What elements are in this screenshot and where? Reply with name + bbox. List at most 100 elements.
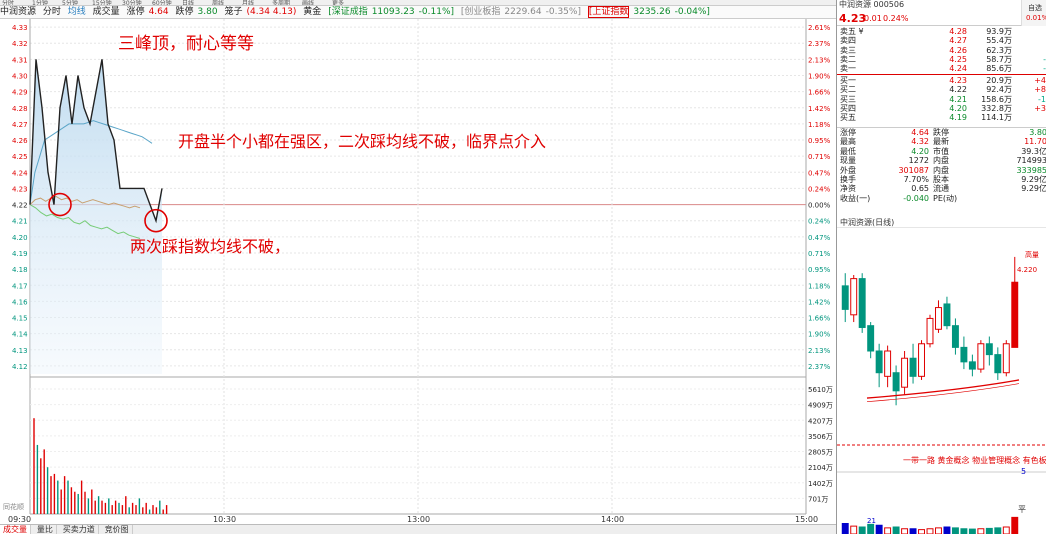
stat-value: 333985 [1016, 165, 1046, 175]
stat-value: 301087 [898, 165, 929, 175]
stat-key: 换手 [840, 174, 856, 184]
bids-label: 买五 [840, 113, 856, 123]
mode-label[interactable]: 分时 [43, 6, 61, 18]
asks-row: 卖二 4.25 58.7万 - [837, 55, 1046, 64]
gold-label: 黄金 [303, 7, 322, 17]
pct-tick-label: 1.66% [808, 315, 831, 323]
szse-label[interactable]: [深证成指 [328, 6, 368, 18]
asks-label: 卖一 [840, 64, 856, 74]
vol-tick-label: 4909万 [808, 402, 833, 410]
stat-value: 7.70% [903, 174, 929, 184]
limit-up-value: 4.64 [148, 7, 169, 17]
tab-volume[interactable]: 成交量 [0, 525, 31, 534]
chinext-value: 2229.64 [504, 7, 542, 17]
time-tick-label: 14:00 [601, 515, 624, 524]
self-select-label: 自选 [1028, 4, 1042, 12]
stat-row: 最高 4.32 最新 11.70 [837, 137, 1046, 146]
price-change: 0.01 [864, 14, 882, 23]
self-select-button[interactable]: 自选 0.01% [1021, 0, 1046, 26]
pct-tick-label: 0.71% [808, 250, 831, 258]
chinext-label[interactable]: [创业板指 [461, 6, 501, 18]
kline-trend-line [866, 383, 1020, 403]
last-price: 4.23 [839, 12, 867, 25]
stat-key: 市值 [933, 146, 949, 156]
sse-label[interactable]: [上证指数 [587, 6, 630, 18]
bids-row: 买五 4.19 114.1万 [837, 113, 1046, 122]
pct-tick-label: 0.00% [808, 202, 831, 210]
price-tick-label: 4.15 [12, 315, 28, 323]
pct-tick-label: 2.37% [808, 40, 831, 48]
stat-key: 内盘 [933, 165, 949, 175]
price-tick-label: 4.13 [12, 347, 28, 355]
asks-label: 卖四 [840, 36, 856, 46]
stat-key: 外盘 [840, 165, 856, 175]
kline-candle [968, 361, 976, 370]
bids-volume: 158.6万 [981, 94, 1012, 104]
bids-price: 4.20 [949, 103, 967, 113]
bids-change: -1 [1038, 94, 1046, 104]
bids-volume: 92.4万 [986, 85, 1012, 95]
stock-terminal-window: 分时 1分钟 5分钟 15分钟 30分钟 60分钟 日线 周线 月线 多周期 画线 更多 中润资源 分… [0, 0, 1046, 534]
pct-tick-label: 1.18% [808, 121, 831, 129]
kline-candle [850, 278, 858, 316]
tab-auction[interactable]: 竞价图 [102, 525, 133, 534]
kline-volume-bar [875, 524, 883, 534]
pct-tick-label: 2.13% [808, 56, 831, 64]
intraday-chart[interactable]: 4.33 2.61% 4.32 2.37% 4.31 2.13% 4.30 1.90% 4.29… [0, 19, 836, 524]
bids-price: 4.21 [949, 94, 967, 104]
kline-volume-bar [994, 527, 1002, 534]
daily-kline-chart[interactable]: 高量 4.220 21 5 平 [837, 227, 1046, 534]
price-tick-label: 4.21 [12, 218, 28, 226]
price-tick-label: 4.31 [12, 56, 28, 64]
annotation-index-avg: 两次踩指数均线不破， [130, 237, 291, 256]
pct-tick-label: 1.42% [808, 298, 831, 306]
pct-tick-label: 0.47% [808, 234, 831, 242]
kline-volume-bar [943, 526, 951, 534]
pct-tick-label: 1.90% [808, 72, 831, 80]
volume-label[interactable]: 成交量 [93, 6, 120, 18]
stat-value: 9.29亿 [1021, 184, 1046, 194]
pct-tick-label: 1.42% [808, 105, 831, 113]
quote-header: 中润资源 000506 4.23 0.01 0.24% 自选 0.01% [837, 0, 1046, 26]
stock-name[interactable]: 中润资源 [0, 6, 36, 18]
concept-tags[interactable]: 一带一路 黄金概念 物业管理概念 有色板块 [903, 455, 1046, 466]
tab-volume-ratio[interactable]: 量比 [34, 525, 57, 534]
watermark-text: 同花顺 [3, 502, 24, 511]
kline-volume-bar [926, 528, 934, 534]
bids-volume: 20.9万 [986, 76, 1012, 85]
bids-row: 买二 4.22 92.4万 +8 [837, 85, 1046, 94]
kline-candle [1002, 343, 1010, 374]
kline-volume-bar [985, 527, 993, 534]
chart-header: 中润资源 分时 均线 成交量 涨停 4.64 跌停 3.80 笼子 (4.34 4.1… [0, 6, 836, 19]
price-tick-label: 4.17 [12, 282, 28, 290]
vol-tick-label: 4207万 [808, 417, 833, 425]
kline-candle [935, 307, 942, 330]
szse-value: 11093.23 [371, 7, 415, 17]
kline-candle [926, 317, 934, 345]
stat-value: 9.29亿 [1021, 174, 1046, 184]
bids-change: +8 [1034, 85, 1046, 95]
bids-price: 4.19 [949, 113, 967, 123]
bids-change: +3 [1034, 103, 1046, 113]
kline-candle [985, 343, 993, 356]
sse-pct: -0.04%] [674, 7, 710, 17]
quote-title: 中润资源 000506 [839, 0, 905, 9]
vol-tick-label: 2805万 [808, 449, 833, 457]
tab-buy-sell-power[interactable]: 买卖力道 [60, 525, 99, 534]
stat-value: 4.32 [911, 137, 929, 147]
price-change-pct: 0.24% [883, 14, 909, 23]
asks-row: 卖一 4.24 85.6万 - [837, 64, 1046, 73]
stat-value: -0.040 [903, 193, 929, 203]
kline-candle [858, 278, 866, 328]
kline-five-label: 5 [1021, 467, 1026, 476]
asks-price: 4.26 [949, 45, 967, 55]
kline-candle [977, 343, 985, 370]
stat-value: 39.3亿 [1021, 146, 1046, 156]
avg-line-label[interactable]: 均线 [68, 6, 86, 18]
stat-row: 现量 1272 内盘 714993 [837, 156, 1046, 165]
kline-volume-bar [850, 525, 858, 534]
kline-candle [960, 346, 968, 363]
bid-ask-value: (4.34 4.13) [246, 7, 297, 17]
price-tick-label: 4.20 [12, 234, 28, 242]
asks-price: 4.25 [949, 54, 967, 64]
